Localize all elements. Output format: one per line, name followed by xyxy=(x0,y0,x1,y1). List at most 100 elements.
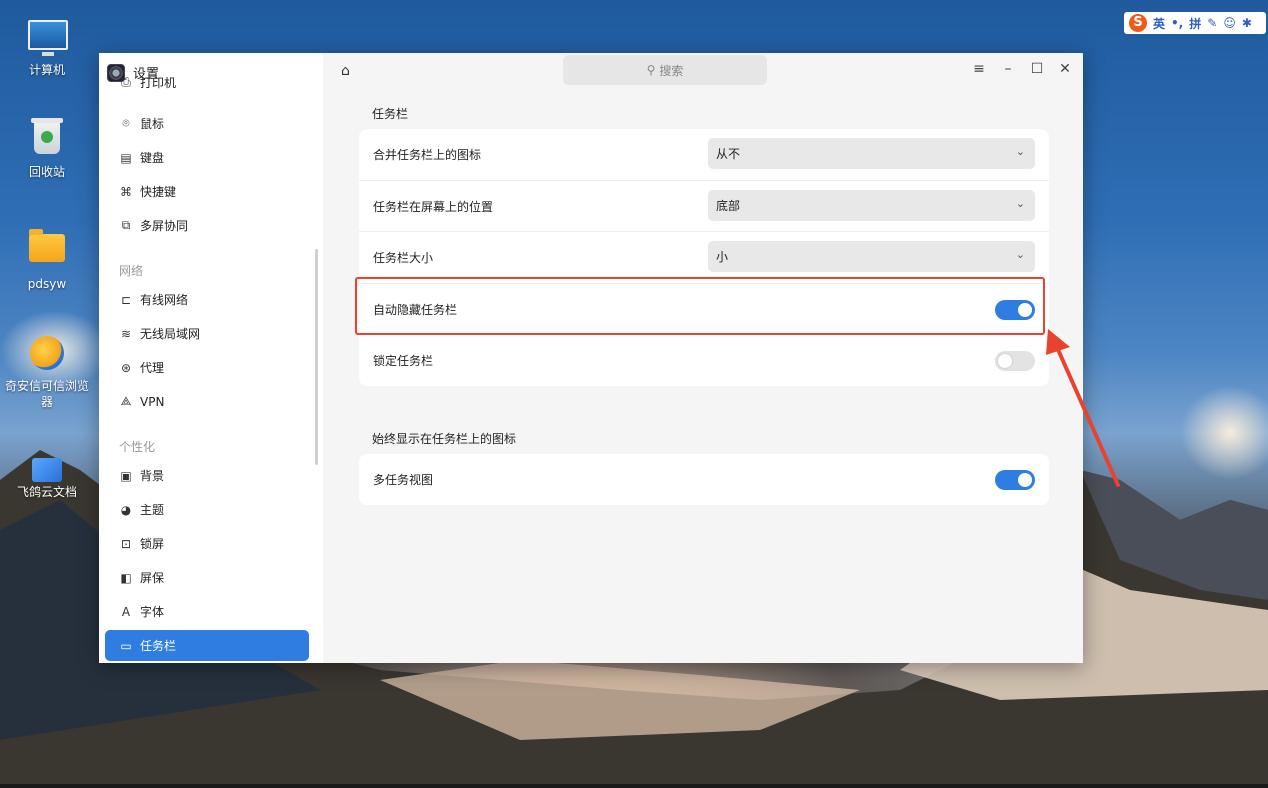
settings-window: 设置 ⎙ 打印机 ⌾ 鼠标 ▤ 键盘 ⌘ 快捷键 ⧉ 多屏协同 网络 ⊏ 有线网… xyxy=(99,53,1083,663)
sidebar-item-label: 多屏协同 xyxy=(140,219,189,233)
sidebar-item-screensaver[interactable]: ◧ 屏保 xyxy=(105,562,309,593)
position-select[interactable]: 底部 ⌄ xyxy=(708,190,1035,221)
chevron-down-icon: ⌄ xyxy=(1015,248,1025,261)
sidebar-item-wifi[interactable]: ≋ 无线局域网 xyxy=(105,318,309,349)
desktop-icon-label: 奇安信可信浏览器 xyxy=(4,379,89,409)
sidebar-item-label: 背景 xyxy=(140,469,165,483)
taskbar-icon: ▭ xyxy=(120,638,132,653)
desktop-icon-label: 飞鸽云文档 xyxy=(16,485,77,499)
close-button[interactable]: ✕ xyxy=(1057,61,1073,77)
sidebar-item-font[interactable]: A 字体 xyxy=(105,596,309,627)
proxy-icon: ⊛ xyxy=(120,360,132,375)
always-show-card: 多任务视图 xyxy=(359,454,1049,505)
setting-row-position: 任务栏在屏幕上的位置 底部 ⌄ xyxy=(359,180,1049,231)
desktop-icon-trash[interactable]: 回收站 xyxy=(1,118,93,180)
font-icon: A xyxy=(121,604,131,619)
gear-icon[interactable]: ✱ xyxy=(1242,16,1252,30)
ime-lang-toggle[interactable]: 英 xyxy=(1153,15,1165,32)
section-title-taskbar: 任务栏 xyxy=(372,107,409,121)
sidebar: 设置 ⎙ 打印机 ⌾ 鼠标 ▤ 键盘 ⌘ 快捷键 ⧉ 多屏协同 网络 ⊏ 有线网… xyxy=(99,53,323,663)
shortcut-icon: ⌘ xyxy=(120,184,132,199)
sidebar-item-keyboard[interactable]: ▤ 键盘 xyxy=(105,142,309,173)
sidebar-list: ⎙ 打印机 ⌾ 鼠标 ▤ 键盘 ⌘ 快捷键 ⧉ 多屏协同 网络 ⊏ 有线网络 ≋… xyxy=(105,77,309,663)
desktop-icon-browser[interactable]: 奇安信可信浏览器 xyxy=(1,334,93,410)
select-value: 从不 xyxy=(716,147,741,161)
sidebar-item-label: VPN xyxy=(140,394,165,409)
multiscreen-icon: ⧉ xyxy=(121,218,131,232)
sidebar-item-theme[interactable]: ◕ 主题 xyxy=(105,494,309,525)
annotation-highlight-box xyxy=(355,277,1045,335)
bottom-edge xyxy=(0,784,1268,788)
sidebar-item-background[interactable]: ▣ 背景 xyxy=(105,460,309,491)
search-input[interactable]: ⚲ 搜索 xyxy=(563,55,767,85)
sidebar-item-wired[interactable]: ⊏ 有线网络 xyxy=(105,284,309,315)
search-placeholder: 搜索 xyxy=(659,63,684,78)
sidebar-item-label: 键盘 xyxy=(140,151,165,165)
sidebar-item-label: 打印机 xyxy=(140,77,177,90)
menu-button[interactable]: ≡ xyxy=(971,61,987,77)
wifi-icon: ≋ xyxy=(120,326,132,341)
desktop-icon-computer[interactable]: 计算机 xyxy=(1,16,93,78)
sidebar-item-label: 屏保 xyxy=(140,571,165,585)
desktop-icon-label: pdsyw xyxy=(27,277,67,291)
setting-row-merge-icons: 合并任务栏上的图标 从不 ⌄ xyxy=(359,129,1049,180)
sidebar-item-label: 主题 xyxy=(140,503,165,517)
emoji-icon[interactable]: ☺ xyxy=(1223,16,1236,30)
browser-icon xyxy=(28,336,66,374)
sidebar-item-label: 锁屏 xyxy=(140,537,165,551)
annotation-arrow xyxy=(1046,329,1120,487)
size-select[interactable]: 小 ⌄ xyxy=(708,241,1035,272)
chevron-down-icon: ⌄ xyxy=(1015,145,1025,158)
setting-label: 多任务视图 xyxy=(373,473,434,487)
input-method-bar[interactable]: S 英 •, 拼 ✎ ☺ ✱ xyxy=(1124,12,1266,34)
maximize-button[interactable]: ☐ xyxy=(1029,61,1045,77)
desktop-icon-folder[interactable]: pdsyw xyxy=(1,228,93,292)
chevron-down-icon: ⌄ xyxy=(1015,197,1025,210)
sidebar-item-taskbar[interactable]: ▭ 任务栏 xyxy=(105,630,309,661)
ime-logo-icon: S xyxy=(1129,14,1147,32)
sidebar-item-label: 快捷键 xyxy=(140,185,177,199)
sidebar-item-lockscreen[interactable]: ⊡ 锁屏 xyxy=(105,528,309,559)
sidebar-item-label: 字体 xyxy=(140,605,165,619)
section-title-always-show: 始终显示在任务栏上的图标 xyxy=(372,432,517,446)
sidebar-item-shortcuts[interactable]: ⌘ 快捷键 xyxy=(105,176,309,207)
lockscreen-icon: ⊡ xyxy=(120,536,132,551)
setting-label: 任务栏在屏幕上的位置 xyxy=(373,199,494,214)
setting-label: 合并任务栏上的图标 xyxy=(373,148,482,162)
setting-label: 锁定任务栏 xyxy=(373,353,434,368)
ime-mode-toggle[interactable]: 拼 xyxy=(1189,15,1201,32)
setting-label: 任务栏大小 xyxy=(373,250,434,265)
background-icon: ▣ xyxy=(120,468,132,483)
sidebar-item-vpn[interactable]: ⟁ VPN xyxy=(105,386,309,417)
home-icon[interactable]: ⌂ xyxy=(341,63,350,79)
lock-taskbar-toggle[interactable] xyxy=(995,351,1035,371)
wired-network-icon: ⊏ xyxy=(120,292,132,307)
sidebar-item-proxy[interactable]: ⊛ 代理 xyxy=(105,352,309,383)
sidebar-item-mouse[interactable]: ⌾ 鼠标 xyxy=(105,108,309,139)
vpn-icon: ⟁ xyxy=(120,394,132,408)
mouse-icon: ⌾ xyxy=(122,116,130,130)
minimize-button[interactable]: – xyxy=(1000,61,1016,77)
printer-icon: ⎙ xyxy=(121,77,131,89)
search-icon: ⚲ xyxy=(646,63,656,77)
pencil-icon[interactable]: ✎ xyxy=(1207,16,1217,30)
merge-icons-select[interactable]: 从不 ⌄ xyxy=(708,138,1035,169)
sidebar-item-label: 有线网络 xyxy=(140,293,189,307)
screensaver-icon: ◧ xyxy=(120,570,132,585)
cloud xyxy=(1180,385,1268,480)
sidebar-item-printer[interactable]: ⎙ 打印机 xyxy=(105,77,309,98)
sidebar-item-label: 无线局域网 xyxy=(140,327,201,341)
sidebar-scrollbar[interactable] xyxy=(315,249,318,465)
sidebar-item-label: 鼠标 xyxy=(140,117,165,131)
ime-punct-toggle[interactable]: •, xyxy=(1171,16,1183,30)
desktop-icon-docs[interactable]: 飞鸽云文档 xyxy=(1,452,93,500)
setting-row-size: 任务栏大小 小 ⌄ xyxy=(359,231,1049,282)
select-value: 小 xyxy=(716,250,729,264)
docs-app-icon xyxy=(28,458,66,482)
folder-icon xyxy=(28,229,66,272)
multitask-view-toggle[interactable] xyxy=(995,470,1035,490)
desktop-icon-label: 计算机 xyxy=(28,63,65,77)
sidebar-item-multiscreen[interactable]: ⧉ 多屏协同 xyxy=(105,210,309,241)
main-panel: ⌂ ⚲ 搜索 ≡ – ☐ ✕ 任务栏 合并任务栏上的图标 从不 ⌄ 任务栏在屏幕… xyxy=(323,53,1083,663)
sidebar-section-network: 网络 xyxy=(119,264,144,278)
